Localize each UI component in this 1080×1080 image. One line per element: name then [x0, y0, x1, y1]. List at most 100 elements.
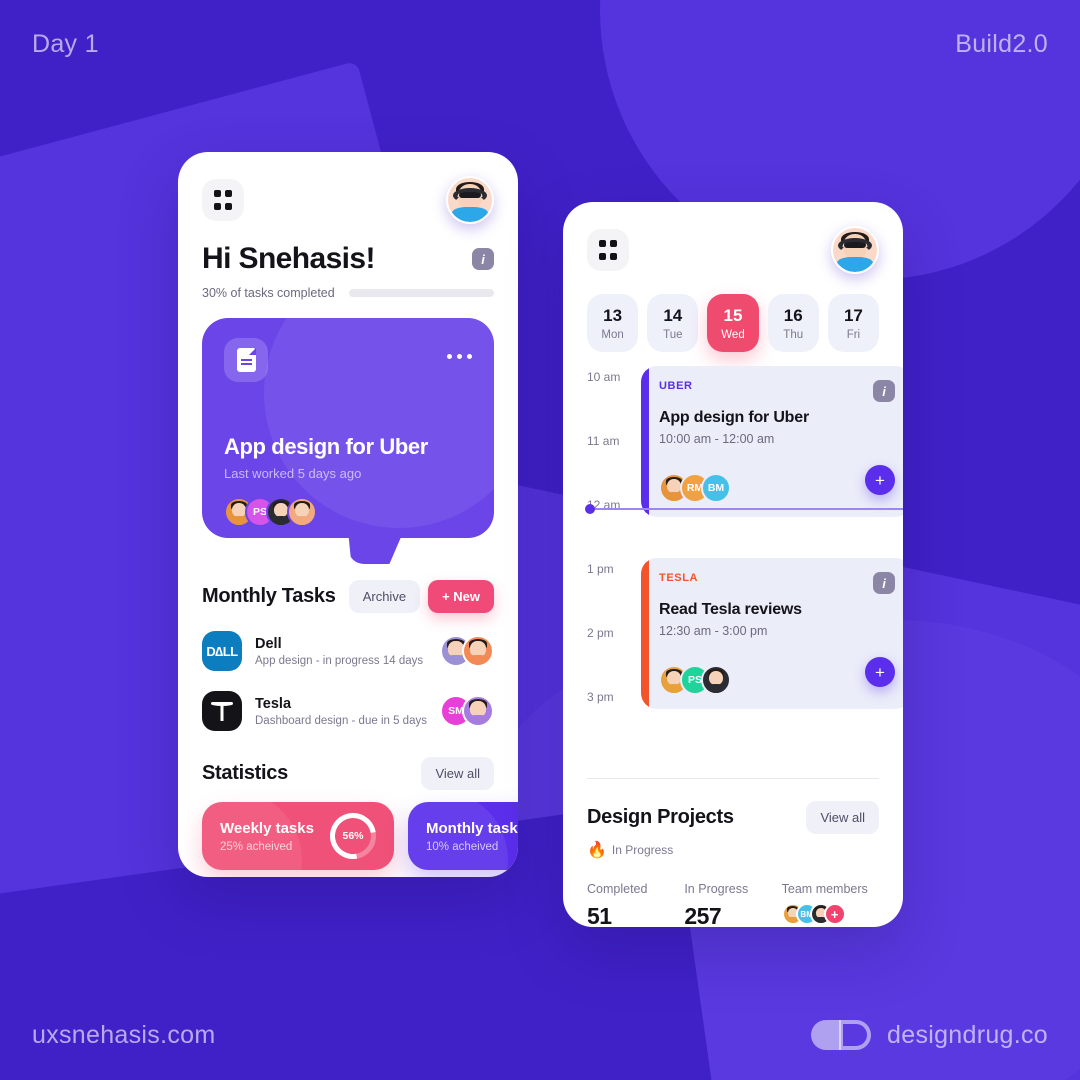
event-tag: TESLA	[659, 572, 699, 584]
date-pill[interactable]: 16 Thu	[767, 294, 819, 352]
statistics-title: Statistics	[202, 762, 288, 784]
date-selector: 13 Mon 14 Tue 15 Wed 16 Thu 17 Fri	[563, 274, 903, 352]
grid-icon[interactable]	[202, 179, 244, 221]
stat-card-monthly[interactable]: Monthly tasks 10% acheived	[408, 802, 518, 870]
speech-bubble-tail	[348, 530, 404, 564]
date-day: Tue	[663, 329, 683, 341]
event-card[interactable]: UBER i App design for Uber 10:00 am - 12:00…	[641, 366, 903, 517]
featured-task-subtitle: Last worked 5 days ago	[224, 466, 362, 481]
design-projects-kpis: Completed 51 In Progress 257 Team member…	[563, 860, 903, 927]
stat-card-weekly[interactable]: Weekly tasks 25% acheived 56%	[202, 802, 394, 870]
event-title: App design for Uber	[659, 409, 809, 426]
date-day: Wed	[721, 329, 745, 341]
new-task-button[interactable]: + New	[428, 580, 494, 613]
event-time: 10:00 am - 12:00 am	[659, 432, 775, 446]
event-avatars: RM BM	[659, 473, 731, 503]
kpi-value: 51	[587, 903, 612, 927]
avatar[interactable]	[446, 176, 494, 224]
event-tag: UBER	[659, 380, 693, 392]
event-title: Read Tesla reviews	[659, 601, 802, 618]
date-number: 14	[663, 306, 683, 325]
archive-button[interactable]: Archive	[348, 580, 421, 613]
fire-icon: 🔥	[587, 842, 607, 859]
avatar	[701, 665, 731, 695]
stat-subtitle: 10% acheived	[426, 841, 499, 853]
background-decoration	[0, 0, 1080, 1080]
info-icon[interactable]: i	[873, 380, 895, 402]
stat-title: Monthly tasks	[426, 820, 518, 837]
date-day: Fri	[846, 329, 861, 341]
event-time: 12:30 am - 3:00 pm	[659, 624, 768, 638]
kpi-label: Completed	[587, 882, 648, 896]
more-options-icon[interactable]	[447, 354, 472, 359]
task-avatars	[440, 635, 494, 667]
task-description: App design - in progress 14 days	[255, 654, 424, 667]
date-pill[interactable]: 13 Mon	[587, 294, 639, 352]
task-name: Dell	[255, 635, 282, 652]
avatar	[462, 695, 494, 727]
date-number: 13	[603, 306, 623, 325]
dell-logo-icon: D∆LL	[202, 631, 242, 671]
page-title: Hi Snehasis!	[202, 242, 375, 275]
progress-row: 30% of tasks completed	[178, 276, 518, 300]
event-avatars: PS	[659, 665, 731, 695]
avatar[interactable]	[831, 226, 879, 274]
event-card[interactable]: TESLA i Read Tesla reviews 12:30 am - 3:00 …	[641, 558, 903, 709]
top-banner: Day 1 Build2.0	[0, 30, 1080, 59]
statistics-view-all-button[interactable]: View all	[421, 757, 494, 790]
progress-ring: 56%	[330, 813, 376, 859]
date-pill[interactable]: 17 Fri	[827, 294, 880, 352]
date-day: Thu	[783, 329, 804, 341]
task-avatars: SM	[440, 695, 494, 727]
home-header	[178, 152, 518, 224]
date-pill[interactable]: 14 Tue	[647, 294, 699, 352]
featured-task-avatars: PS	[224, 497, 472, 527]
phone-screen-home: Hi Snehasis! i 30% of tasks completed Ap…	[178, 152, 518, 877]
portfolio-url: uxsnehasis.com	[32, 1020, 216, 1049]
avatar: BM	[701, 473, 731, 503]
event-color-bar	[641, 558, 649, 709]
date-pill[interactable]: 15 Wed	[707, 294, 759, 352]
team-members-label: Team members	[781, 882, 868, 896]
tesla-logo-icon	[202, 691, 242, 731]
kpi-label: In Progress	[684, 882, 749, 896]
day-label: Day 1	[32, 30, 99, 58]
progress-bar	[348, 289, 494, 297]
design-projects-view-all-button[interactable]: View all	[806, 801, 879, 834]
avatar: +	[823, 903, 846, 925]
status-badge: In Progress	[611, 843, 674, 857]
list-item[interactable]: Tesla Dashboard design - due in 5 days SM	[178, 681, 518, 741]
kpi-value: 257	[684, 903, 722, 927]
info-icon[interactable]: i	[873, 572, 895, 594]
event-cards: UBER i App design for Uber 10:00 am - 12:00…	[563, 352, 903, 754]
designdrug-logo-icon	[811, 1020, 872, 1050]
schedule-timeline: 10 am 11 am 12 am 1 pm 2 pm 3 pm UBER i App des…	[563, 352, 903, 754]
add-member-button[interactable]: +	[865, 657, 895, 687]
date-number: 15	[723, 306, 743, 325]
design-projects-title: Design Projects	[587, 806, 734, 828]
greeting-row: Hi Snehasis! i	[178, 224, 518, 276]
date-number: 16	[783, 306, 803, 325]
statistics-header: Statistics View all	[178, 757, 518, 790]
avatar	[287, 497, 317, 527]
statistics-cards: Weekly tasks 25% acheived 56% Monthly ta…	[178, 790, 518, 870]
brand-credit: designdrug.co	[811, 1020, 1048, 1050]
build-label: Build2.0	[955, 30, 1048, 58]
info-icon[interactable]: i	[472, 248, 494, 270]
kpi-team-members: Team members BM +	[781, 882, 879, 927]
schedule-header	[563, 202, 903, 274]
featured-task-card[interactable]: App design for Uber Last worked 5 days a…	[202, 318, 494, 538]
featured-task-title: App design for Uber	[224, 434, 428, 459]
list-item[interactable]: D∆LL Dell App design - in progress 14 days	[178, 621, 518, 681]
avatar	[462, 635, 494, 667]
stat-subtitle: 25% acheived	[220, 840, 293, 853]
design-projects-status: 🔥 In Progress	[563, 834, 903, 860]
monthly-tasks-title: Monthly Tasks	[202, 585, 336, 607]
add-member-button[interactable]: +	[865, 465, 895, 495]
featured-task-wrap: App design for Uber Last worked 5 days a…	[178, 300, 518, 564]
design-projects-header: Design Projects View all	[563, 801, 903, 834]
team-avatars: BM +	[781, 903, 879, 925]
progress-ring-value: 56%	[342, 830, 364, 842]
grid-icon[interactable]	[587, 229, 629, 271]
section-divider	[587, 778, 879, 779]
